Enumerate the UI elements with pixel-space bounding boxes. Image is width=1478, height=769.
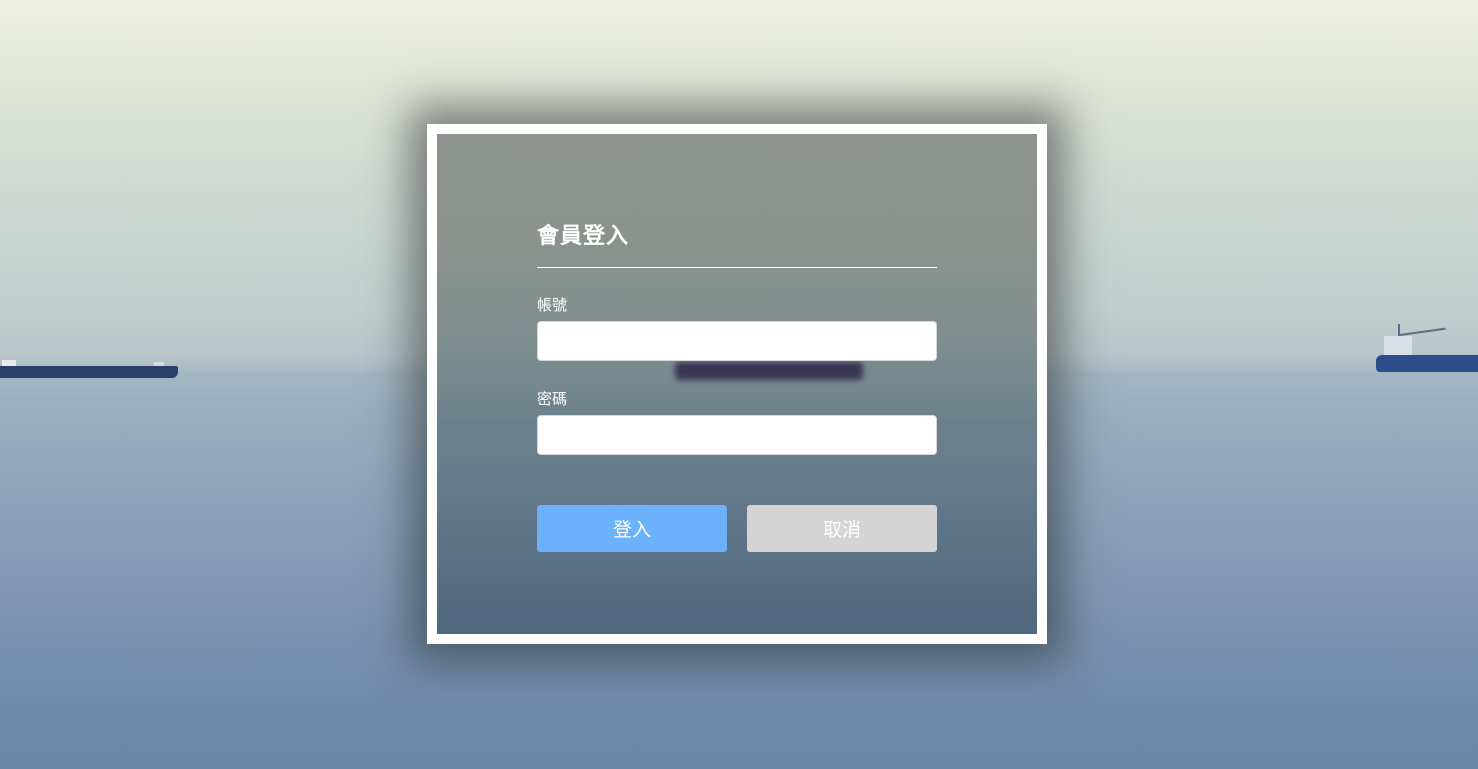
account-input[interactable]	[537, 321, 937, 361]
login-title: 會員登入	[537, 224, 630, 249]
login-button[interactable]: 登入	[537, 505, 727, 552]
background-sea-image: 會員登入 帳號 密碼 登入 取消	[0, 0, 1478, 769]
login-card: 會員登入 帳號 密碼 登入 取消	[427, 124, 1047, 644]
right-ship-superstructure	[1384, 336, 1412, 356]
cancel-button[interactable]: 取消	[747, 505, 937, 552]
blurred-ship	[675, 362, 863, 380]
title-divider	[537, 267, 937, 268]
password-label: 密碼	[537, 390, 568, 408]
password-input[interactable]	[537, 415, 937, 455]
right-ship-crane-arm	[1399, 327, 1446, 336]
left-ship	[0, 366, 178, 378]
right-ship	[1376, 355, 1478, 372]
account-label: 帳號	[537, 296, 568, 314]
